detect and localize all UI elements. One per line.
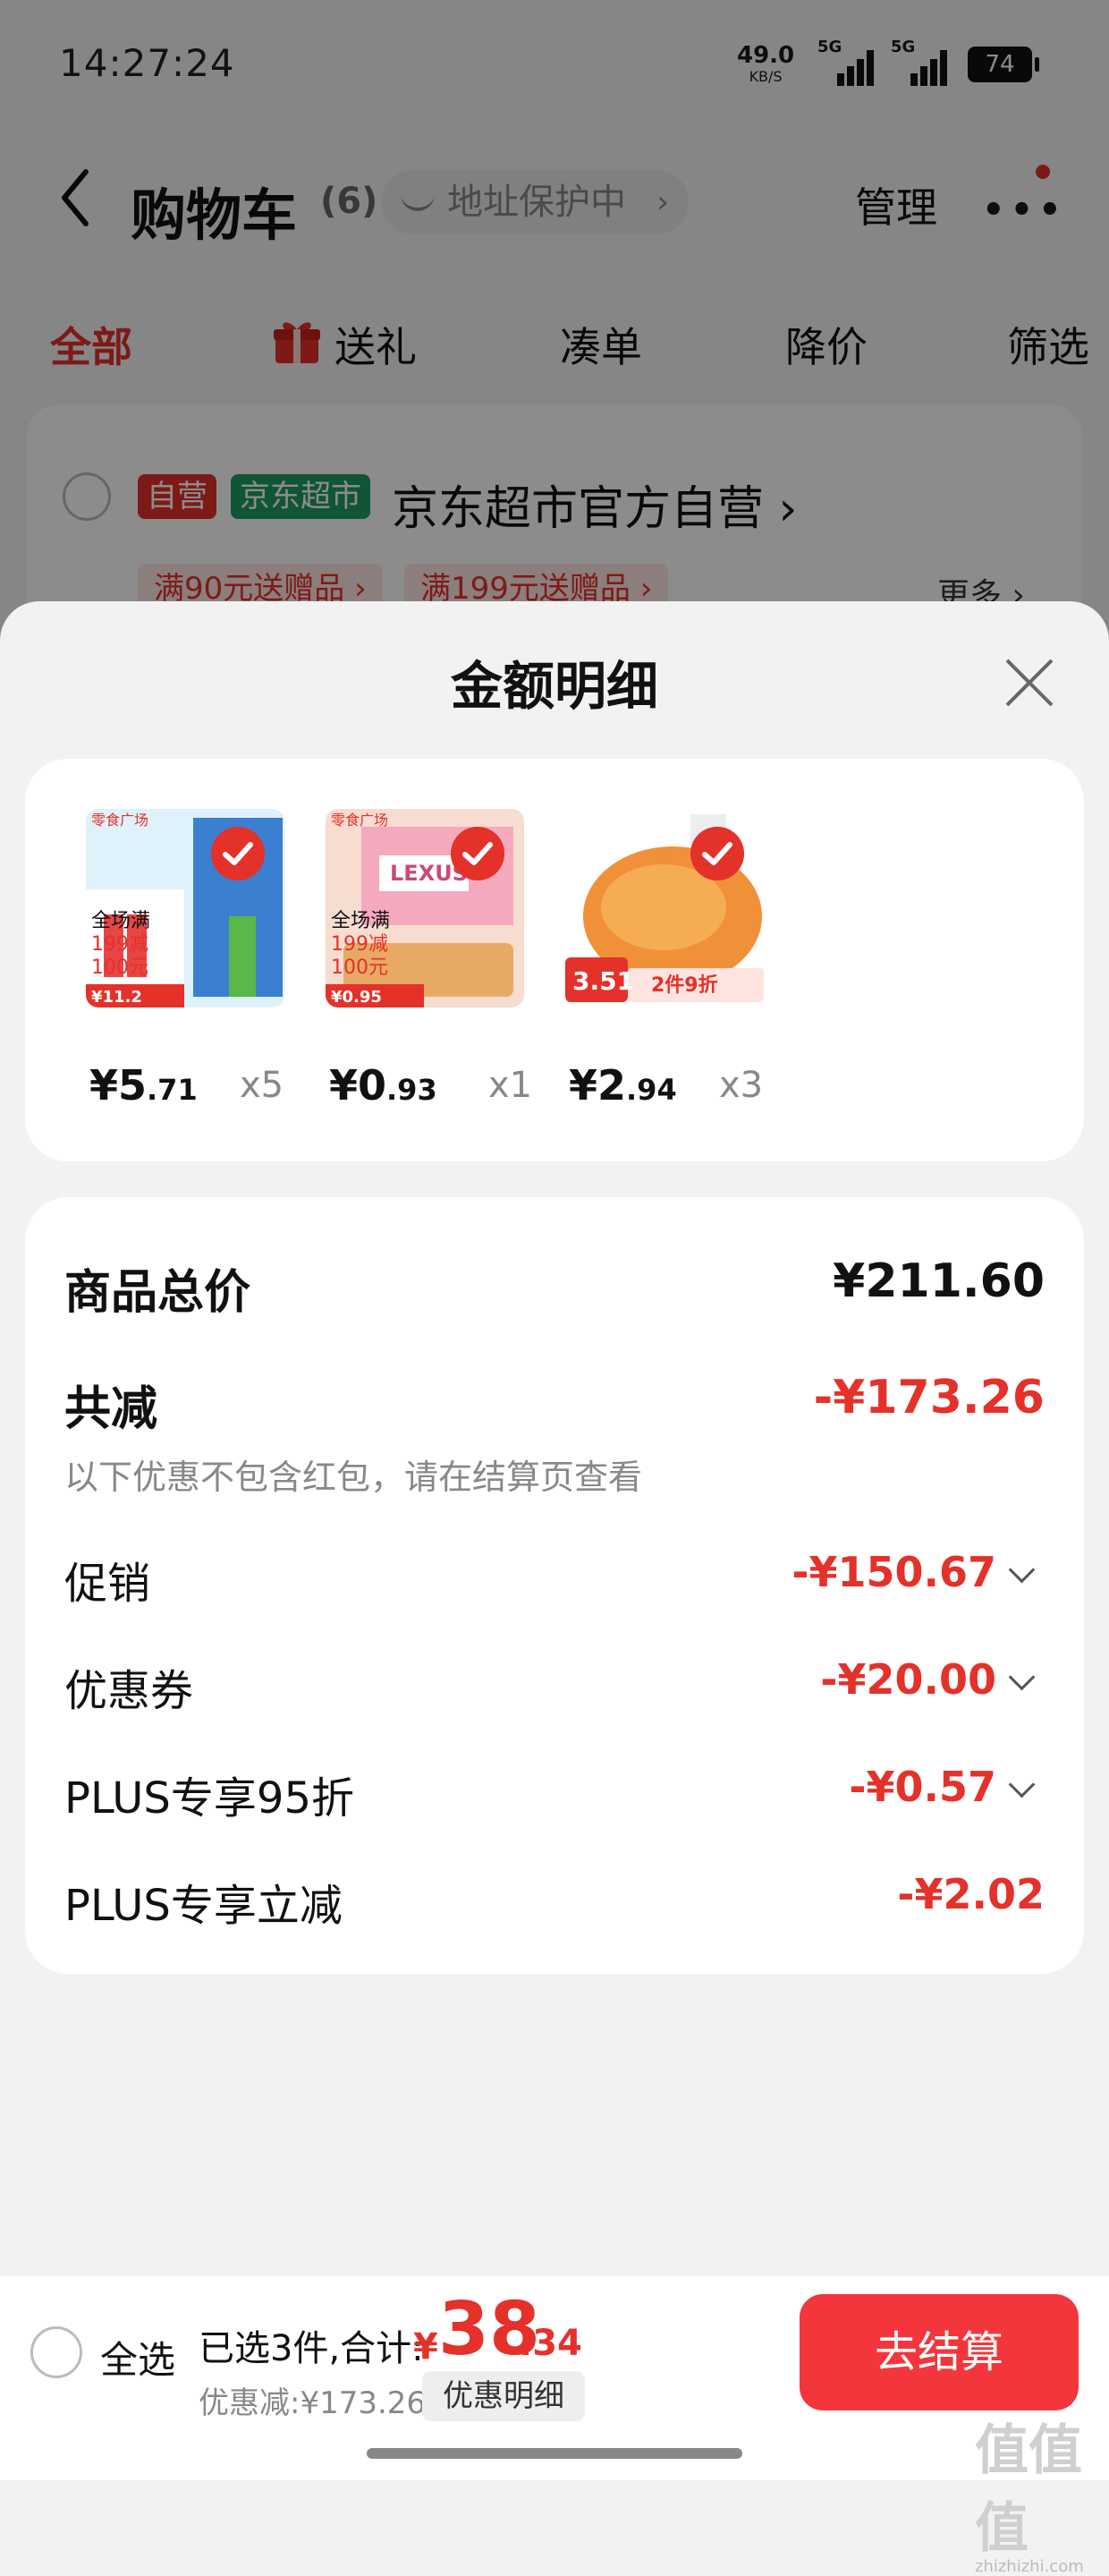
- thumb-promo-text: 全场满: [91, 910, 150, 932]
- product-quantity: x5: [240, 1065, 284, 1106]
- thumb-price: 3.51: [572, 966, 634, 996]
- total-price-label: 商品总价: [64, 1266, 251, 1320]
- coupon-value[interactable]: -¥20.00: [820, 1655, 996, 1704]
- price-integer: ¥0: [329, 1061, 387, 1109]
- modal-overlay[interactable]: [0, 0, 1109, 680]
- thumb-promo-text: 2件9折: [651, 974, 718, 997]
- total-currency: ¥: [413, 2326, 438, 2368]
- thumb-promo-text: 全场满: [331, 910, 390, 932]
- thumb-promo-text: 100元: [331, 956, 388, 979]
- thumb-promo-text: 199减: [331, 933, 388, 956]
- close-icon[interactable]: [1003, 657, 1055, 709]
- promotion-label: 促销: [64, 1559, 151, 1609]
- svg-text:零食广场: 零食广场: [91, 812, 148, 829]
- thumb-promo-text: 199减: [91, 933, 148, 956]
- svg-text:零食广场: 零食广场: [331, 812, 388, 829]
- product-price: ¥0.93: [329, 1061, 437, 1109]
- total-reduce-label: 共减: [64, 1382, 158, 1436]
- select-all-radio[interactable]: [30, 2326, 82, 2378]
- sheet-title: 金额明细: [450, 656, 658, 717]
- total-price-value: ¥211.60: [833, 1254, 1045, 1308]
- plus-instant-value: -¥2.02: [897, 1870, 1045, 1918]
- product-quantity: x1: [488, 1065, 533, 1106]
- thumb-price: ¥0.95: [331, 988, 382, 1007]
- total-reduce-value: -¥173.26: [813, 1371, 1045, 1424]
- watermark-logo: 值值值 zhizhizhi.com: [975, 2419, 1084, 2576]
- select-all-label[interactable]: 全选: [100, 2330, 175, 2385]
- checked-icon[interactable]: [211, 827, 265, 880]
- checked-icon[interactable]: [451, 827, 504, 880]
- price-decimal: .93: [386, 1073, 437, 1107]
- thumb-promo-text: 100元: [91, 956, 148, 979]
- home-indicator[interactable]: [367, 2448, 742, 2459]
- price-decimal: .71: [147, 1073, 198, 1107]
- discount-summary-text: 优惠减:¥173.26: [199, 2385, 427, 2421]
- promotion-value[interactable]: -¥150.67: [792, 1548, 996, 1596]
- checked-icon[interactable]: [690, 827, 744, 880]
- total-amount-decimal: .34: [519, 2323, 582, 2364]
- checkout-button[interactable]: 去结算: [800, 2294, 1079, 2410]
- plus-discount-value[interactable]: -¥0.57: [849, 1763, 996, 1811]
- product-quantity: x3: [719, 1065, 764, 1106]
- price-integer: ¥2: [569, 1061, 627, 1109]
- product-price: ¥2.94: [569, 1061, 677, 1109]
- price-decimal: .94: [626, 1073, 677, 1107]
- coupon-label: 优惠券: [64, 1666, 194, 1716]
- discount-detail-button[interactable]: 优惠明细: [422, 2371, 585, 2421]
- selected-count-text: 已选3件,合计:: [199, 2328, 424, 2369]
- plus-discount-label: PLUS专享95折: [64, 1773, 354, 1824]
- product-price: ¥5.71: [89, 1061, 198, 1109]
- thumb-price: ¥11.2: [91, 988, 142, 1007]
- plus-instant-label: PLUS专享立减: [64, 1881, 343, 1931]
- price-integer: ¥5: [89, 1061, 148, 1109]
- discount-note: 以下优惠不包含红包，请在结算页查看: [64, 1458, 643, 1497]
